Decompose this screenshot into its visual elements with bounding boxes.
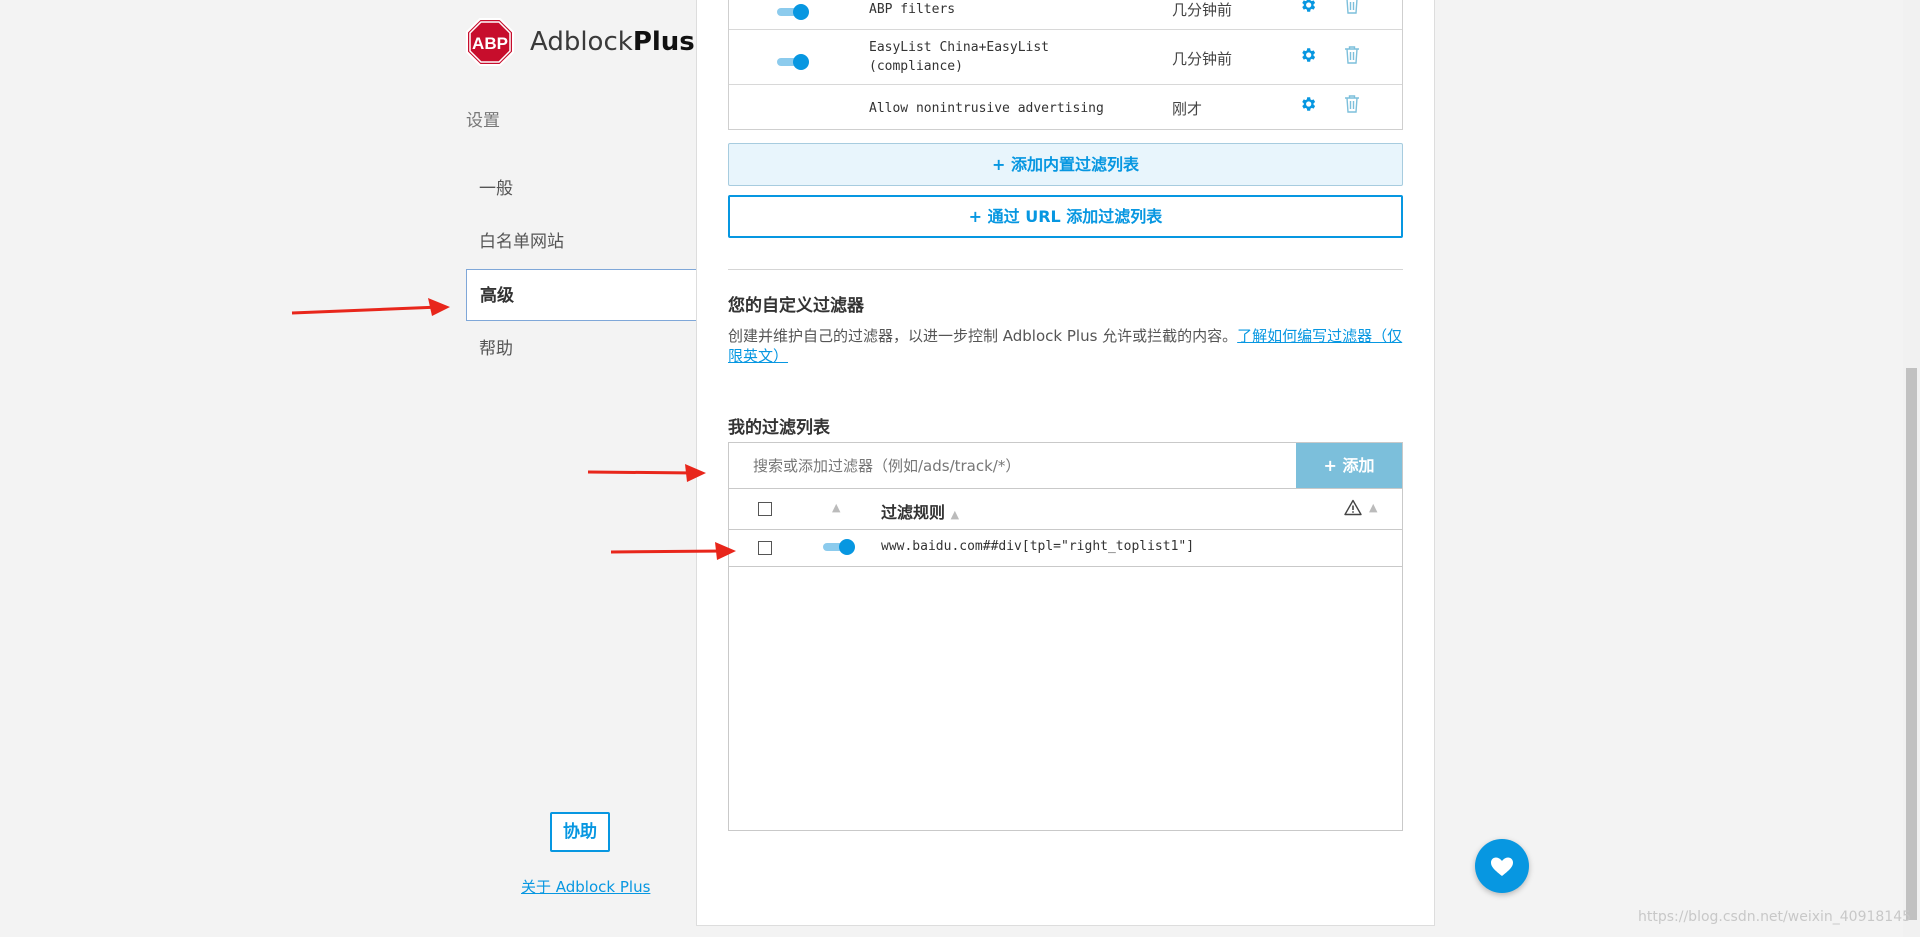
add-filter-button[interactable]: + 添加 <box>1296 443 1402 489</box>
subscription-name-cont: (compliance) <box>869 59 963 74</box>
custom-filters-description: 创建并维护自己的过滤器，以进一步控制 Adblock Plus 允许或拦截的内容… <box>728 327 1403 365</box>
annotation-arrow <box>291 298 450 316</box>
gear-icon[interactable] <box>1299 0 1317 18</box>
warning-icon[interactable] <box>1344 499 1362 520</box>
heart-button[interactable] <box>1475 839 1529 893</box>
heart-icon <box>1491 857 1513 876</box>
sort-arrow-icon[interactable]: ▲ <box>832 501 840 514</box>
section-divider <box>728 269 1403 270</box>
sidebar-heading: 设置 <box>466 111 500 131</box>
about-link[interactable]: 关于 Adblock Plus <box>521 876 650 897</box>
annotation-arrow <box>610 542 736 560</box>
subscription-time: 几分钟前 <box>1172 1 1233 19</box>
sidebar-item-whitelist[interactable]: 白名单网站 <box>466 216 698 268</box>
my-filters-title: 我的过滤列表 <box>728 418 830 438</box>
toggle-icon[interactable] <box>777 54 809 70</box>
subscription-row: EasyList China+EasyList (compliance) 几分钟前 <box>729 29 1402 84</box>
filter-rule-text[interactable]: www.baidu.com##div[tpl="right_toplist1"] <box>881 539 1194 554</box>
abp-logo-icon: ABP <box>466 18 514 66</box>
sidebar-item-general[interactable]: 一般 <box>466 163 698 215</box>
add-builtin-list-button[interactable]: + 添加内置过滤列表 <box>728 143 1403 186</box>
subscription-row: Allow nonintrusive advertising 刚才 <box>729 84 1402 130</box>
subscription-table: ABP filters 几分钟前 EasyList China+EasyList… <box>728 0 1403 130</box>
contribute-button[interactable]: 协助 <box>550 812 610 852</box>
my-filters-box: + 添加 ▲ 过滤规则 ▲ ▲ www.baidu.com##div[tpl="… <box>728 442 1403 831</box>
subscription-name: ABP filters <box>869 2 956 17</box>
filter-search-input[interactable] <box>729 443 1296 489</box>
subscription-time: 刚才 <box>1172 100 1203 118</box>
trash-icon[interactable] <box>1344 95 1360 117</box>
select-all-checkbox[interactable] <box>758 502 772 516</box>
column-header-rule[interactable]: 过滤规则 ▲ <box>881 499 959 523</box>
brand-name: AdblockPlus <box>530 27 695 57</box>
sort-arrow-icon: ▲ <box>950 508 960 521</box>
table-row: www.baidu.com##div[tpl="right_toplist1"] <box>729 530 1402 567</box>
subscription-name: EasyList China+EasyList <box>869 40 1050 55</box>
toggle-icon[interactable] <box>823 539 855 555</box>
scrollbar-thumb[interactable] <box>1906 368 1917 920</box>
add-url-list-button[interactable]: + 通过 URL 添加过滤列表 <box>728 195 1403 238</box>
sort-arrow-icon[interactable]: ▲ <box>1369 501 1377 514</box>
trash-icon[interactable] <box>1344 0 1360 18</box>
svg-text:ABP: ABP <box>472 34 508 53</box>
toggle-icon[interactable] <box>777 4 809 20</box>
filter-table-header: ▲ 过滤规则 ▲ ▲ <box>729 489 1402 530</box>
subscription-time: 几分钟前 <box>1172 50 1233 68</box>
subscription-row: ABP filters 几分钟前 <box>729 0 1402 30</box>
gear-icon[interactable] <box>1299 95 1317 117</box>
gear-icon[interactable] <box>1299 46 1317 68</box>
custom-filters-title: 您的自定义过滤器 <box>728 296 864 316</box>
trash-icon[interactable] <box>1344 46 1360 68</box>
subscription-name: Allow nonintrusive advertising <box>869 101 1104 116</box>
sidebar-item-help[interactable]: 帮助 <box>466 323 698 375</box>
watermark: https://blog.csdn.net/weixin_40918145 <box>1638 909 1912 925</box>
row-checkbox[interactable] <box>758 541 772 555</box>
sidebar-item-advanced[interactable]: 高级 <box>466 269 698 321</box>
annotation-arrow <box>587 464 706 482</box>
